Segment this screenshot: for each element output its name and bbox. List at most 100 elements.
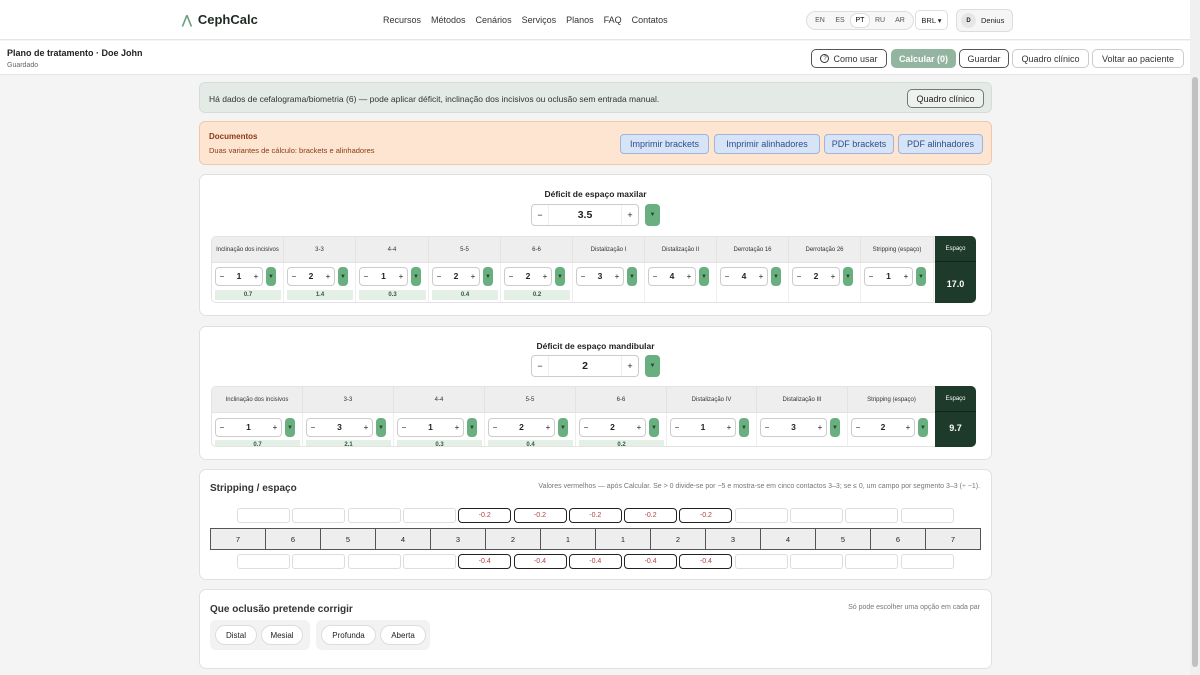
increment-button[interactable]: + xyxy=(900,268,912,285)
stripping-field[interactable] xyxy=(900,508,954,523)
nav-cenarios[interactable]: Cenários xyxy=(476,15,512,25)
decrement-button[interactable]: − xyxy=(577,268,589,285)
stepper-value[interactable]: 1 xyxy=(228,268,250,285)
scrollbar-thumb[interactable] xyxy=(1192,77,1198,667)
decrement-button[interactable]: − xyxy=(532,205,548,225)
increment-button[interactable]: + xyxy=(542,419,554,436)
increment-button[interactable]: + xyxy=(451,419,463,436)
stripping-field[interactable] xyxy=(237,554,290,569)
increment-button[interactable]: + xyxy=(250,268,262,285)
stripping-field[interactable]: -0.2 xyxy=(568,508,622,523)
stepper-value[interactable]: 1 xyxy=(372,268,395,285)
stripping-field[interactable] xyxy=(292,554,346,569)
stripping-field[interactable] xyxy=(347,554,401,569)
increment-button[interactable]: + xyxy=(723,419,735,436)
decrement-button[interactable]: − xyxy=(671,419,683,436)
print-brackets-button[interactable]: Imprimir brackets xyxy=(620,134,709,154)
stripping-field[interactable] xyxy=(402,554,456,569)
stepper-value[interactable]: 2 xyxy=(517,268,539,285)
increment-button[interactable]: + xyxy=(622,356,638,376)
pdf-brackets-button[interactable]: PDF brackets xyxy=(824,134,894,154)
dropdown-button[interactable]: ▼ xyxy=(627,267,637,286)
print-aligners-button[interactable]: Imprimir alinhadores xyxy=(714,134,820,154)
stepper-value[interactable]: 3 xyxy=(773,419,814,436)
stripping-field[interactable] xyxy=(790,554,843,569)
stepper-value[interactable]: 1 xyxy=(228,419,269,436)
decrement-button[interactable]: − xyxy=(761,419,773,436)
stripping-field[interactable]: -0.2 xyxy=(624,508,678,523)
mandibular-deficit-value[interactable]: 2 xyxy=(548,356,622,376)
increment-button[interactable]: + xyxy=(902,419,914,436)
increment-button[interactable]: + xyxy=(395,268,407,285)
stripping-field[interactable]: -0.4 xyxy=(458,554,512,569)
increment-button[interactable]: + xyxy=(360,419,372,436)
stripping-field[interactable] xyxy=(790,508,843,523)
increment-button[interactable]: + xyxy=(611,268,623,285)
user-menu[interactable]: D Denius xyxy=(956,9,1013,32)
pdf-aligners-button[interactable]: PDF alinhadores xyxy=(898,134,983,154)
nav-planos[interactable]: Planos xyxy=(566,15,594,25)
stripping-field[interactable] xyxy=(347,508,401,523)
stepper-value[interactable]: 2 xyxy=(592,419,633,436)
stepper-value[interactable]: 1 xyxy=(877,268,900,285)
decrement-button[interactable]: − xyxy=(216,419,228,436)
decrement-button[interactable]: − xyxy=(505,268,517,285)
nav-metodos[interactable]: Métodos xyxy=(431,15,466,25)
increment-button[interactable]: + xyxy=(539,268,551,285)
stepper-value[interactable]: 1 xyxy=(410,419,451,436)
increment-button[interactable]: + xyxy=(755,268,767,285)
stripping-field[interactable] xyxy=(402,508,456,523)
dropdown-button[interactable]: ▼ xyxy=(376,418,386,437)
stepper-value[interactable]: 2 xyxy=(501,419,542,436)
calculate-button[interactable]: Calcular (0) xyxy=(891,49,956,68)
increment-button[interactable]: + xyxy=(467,268,479,285)
currency-select[interactable]: BRL ▾ xyxy=(915,10,948,30)
dropdown-button[interactable]: ▼ xyxy=(467,418,477,437)
mesial-option[interactable]: Mesial xyxy=(261,625,303,645)
dropdown-button[interactable]: ▼ xyxy=(266,267,276,286)
dropdown-button[interactable]: ▼ xyxy=(843,267,853,286)
maxillary-dropdown-button[interactable]: ▼ xyxy=(645,204,660,226)
app-logo[interactable]: ⋀ CephCalc xyxy=(182,12,258,27)
dropdown-button[interactable]: ▼ xyxy=(483,267,493,286)
info-clinical-button[interactable]: Quadro clínico xyxy=(907,89,984,108)
dropdown-button[interactable]: ▼ xyxy=(739,418,749,437)
stripping-field[interactable] xyxy=(900,554,954,569)
back-to-patient-button[interactable]: Voltar ao paciente xyxy=(1092,49,1184,68)
stepper-value[interactable]: 2 xyxy=(300,268,322,285)
stripping-field[interactable] xyxy=(734,554,788,569)
dropdown-button[interactable]: ▼ xyxy=(285,418,295,437)
dropdown-button[interactable]: ▼ xyxy=(918,418,928,437)
stepper-value[interactable]: 3 xyxy=(319,419,360,436)
stepper-value[interactable]: 2 xyxy=(805,268,827,285)
dropdown-button[interactable]: ▼ xyxy=(411,267,421,286)
aberta-option[interactable]: Aberta xyxy=(380,625,426,645)
dropdown-button[interactable]: ▼ xyxy=(555,267,565,286)
distal-option[interactable]: Distal xyxy=(215,625,257,645)
increment-button[interactable]: + xyxy=(633,419,645,436)
stripping-field[interactable] xyxy=(237,508,290,523)
dropdown-button[interactable]: ▼ xyxy=(338,267,348,286)
dropdown-button[interactable]: ▼ xyxy=(558,418,568,437)
increment-button[interactable]: + xyxy=(814,419,826,436)
decrement-button[interactable]: − xyxy=(532,356,548,376)
decrement-button[interactable]: − xyxy=(489,419,501,436)
nav-recursos[interactable]: Recursos xyxy=(383,15,421,25)
increment-button[interactable]: + xyxy=(269,419,281,436)
decrement-button[interactable]: − xyxy=(865,268,877,285)
dropdown-button[interactable]: ▼ xyxy=(771,267,781,286)
stripping-field[interactable] xyxy=(845,554,899,569)
stripping-field[interactable]: -0.4 xyxy=(679,554,733,569)
how-to-button[interactable]: ? Como usar xyxy=(811,49,887,68)
lang-ru[interactable]: RU xyxy=(870,14,890,27)
scrollbar[interactable] xyxy=(1190,0,1200,675)
save-button[interactable]: Guardar xyxy=(959,49,1009,68)
stepper-value[interactable]: 4 xyxy=(661,268,683,285)
decrement-button[interactable]: − xyxy=(793,268,805,285)
decrement-button[interactable]: − xyxy=(398,419,410,436)
mandibular-dropdown-button[interactable]: ▼ xyxy=(645,355,660,377)
increment-button[interactable]: + xyxy=(683,268,695,285)
increment-button[interactable]: + xyxy=(827,268,839,285)
dropdown-button[interactable]: ▼ xyxy=(699,267,709,286)
stepper-value[interactable]: 4 xyxy=(733,268,755,285)
